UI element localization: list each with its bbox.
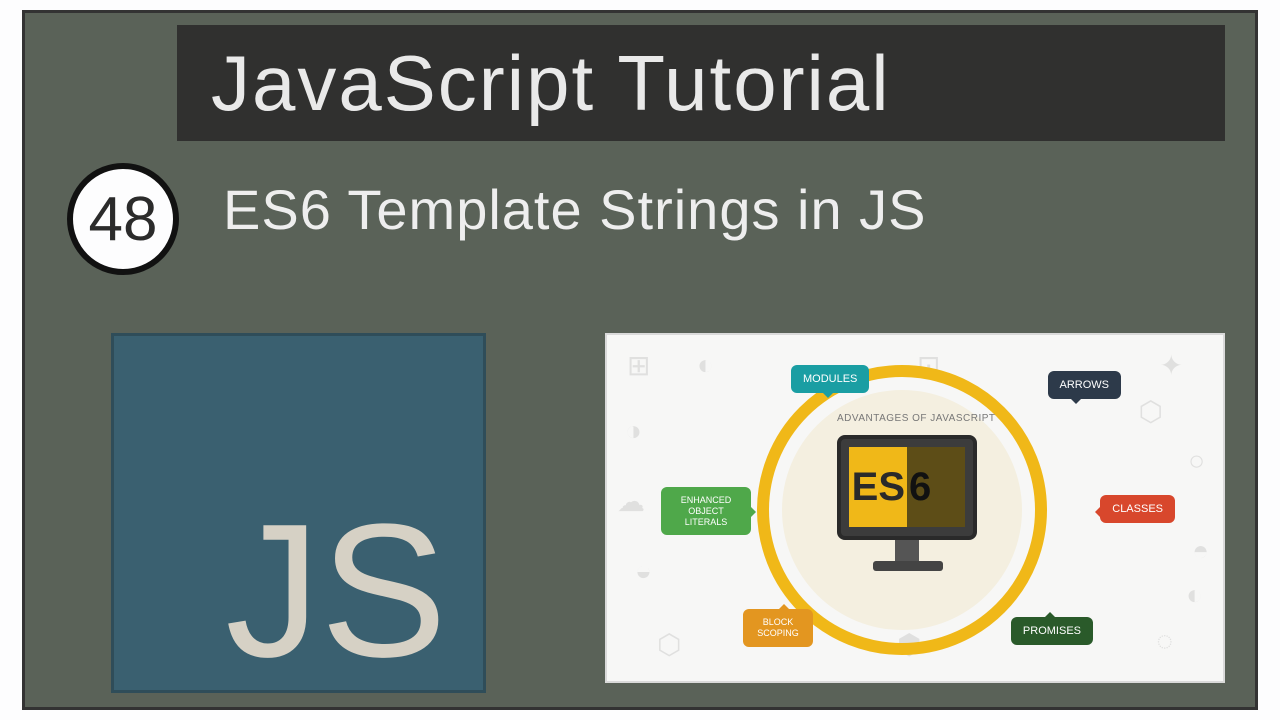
subtitle-text: ES6 Template Strings in JS xyxy=(223,177,927,242)
title-text: JavaScript Tutorial xyxy=(211,38,891,129)
bubble-arrows: ARROWS xyxy=(1048,371,1122,399)
monitor-base xyxy=(873,561,943,571)
episode-badge: 48 xyxy=(67,163,179,275)
monitor-screen-left: ES xyxy=(849,447,907,527)
title-bar: JavaScript Tutorial xyxy=(177,25,1225,141)
monitor-icon: ES 6 xyxy=(837,435,977,540)
js-logo-text: JS xyxy=(225,496,447,686)
monitor-text-es: ES xyxy=(852,465,905,510)
monitor-text-6: 6 xyxy=(909,465,931,510)
bubble-block: BLOCK SCOPING xyxy=(743,609,813,647)
js-logo-tile: JS xyxy=(111,333,486,693)
bubble-modules: MODULES xyxy=(791,365,869,393)
diagram-heading: ADVANTAGES OF JAVASCRIPT xyxy=(837,413,996,424)
episode-number: 48 xyxy=(89,184,158,255)
bubble-promises: PROMISES xyxy=(1011,617,1093,645)
bubble-classes: CLASSES xyxy=(1100,495,1175,523)
monitor-screen-right: 6 xyxy=(907,447,965,527)
es6-diagram-card: ⊞ ◐ ✦ ◑ ☁ ◒ ⬡ ⬢ ○ ◓ ◌ ⊡ ⬡ ◐ ADVANTAGES O… xyxy=(605,333,1225,683)
thumbnail-frame: JavaScript Tutorial 48 ES6 Template Stri… xyxy=(22,10,1258,710)
bubble-enhanced: ENHANCED OBJECT LITERALS xyxy=(661,487,751,535)
